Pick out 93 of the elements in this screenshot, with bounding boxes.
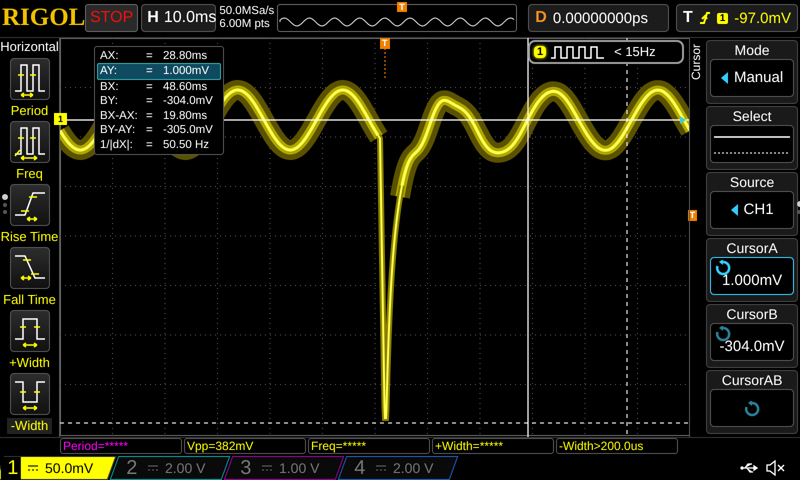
menu-value: CH1 bbox=[744, 201, 774, 218]
measure-label: Freq bbox=[16, 166, 43, 182]
square-wave-icon bbox=[550, 44, 606, 59]
menu-softkey[interactable]: Manual bbox=[710, 58, 794, 97]
timebase-box[interactable]: H 10.0ms bbox=[141, 4, 216, 32]
measure-label: Period bbox=[10, 102, 48, 119]
measure-button[interactable] bbox=[10, 310, 50, 352]
measure-label: Fall Time bbox=[3, 292, 56, 308]
menu-label: Select bbox=[732, 106, 772, 125]
sample-rate: 50.0MSa/s bbox=[219, 5, 274, 18]
dc-coupling-icon bbox=[261, 464, 273, 472]
delay-box[interactable]: D 0.00000000ps bbox=[528, 4, 669, 32]
equals-sign: = bbox=[146, 64, 154, 79]
measure-button[interactable] bbox=[10, 58, 50, 100]
equals-sign: = bbox=[146, 123, 154, 138]
measurement-reading: Period=***** bbox=[60, 438, 182, 454]
rotate-knob-icon bbox=[744, 400, 760, 417]
equals-sign: = bbox=[146, 108, 154, 124]
menu-softkey[interactable]: CH1 bbox=[710, 190, 794, 229]
trigger-level: -97.0mV bbox=[734, 10, 791, 27]
readout-label: BX-AX: bbox=[100, 108, 139, 124]
dc-coupling-icon bbox=[375, 464, 387, 472]
trigger-position-line bbox=[384, 47, 386, 78]
frequency-reading: < 15Hz bbox=[614, 44, 656, 60]
readout-value: 50.50 Hz bbox=[163, 138, 210, 152]
delay-label: D bbox=[535, 9, 547, 28]
channel-tab[interactable]: 2 2.00 V bbox=[110, 456, 230, 480]
cursor-arrow-icon bbox=[679, 114, 688, 125]
trigger-label: T bbox=[682, 9, 693, 28]
trigger-source: 1 bbox=[716, 12, 728, 24]
readout-value: 28.80ms bbox=[163, 48, 208, 64]
timebase-label: H bbox=[147, 9, 159, 28]
readout-label: AX: bbox=[100, 48, 120, 64]
memory-depth: 6.00M pts bbox=[219, 18, 271, 32]
readout-value: 48.60ms bbox=[163, 80, 208, 94]
timebase-value: 10.0ms bbox=[164, 9, 216, 28]
measurement-reading: Vpp=382mV bbox=[184, 438, 306, 454]
readout-value: -305.0mV bbox=[163, 123, 213, 138]
measurement-reading: -Width>200.0us bbox=[556, 438, 678, 454]
left-arrow-icon bbox=[720, 72, 728, 84]
readout-label: 1/|dX|: bbox=[100, 138, 134, 152]
dc-coupling-icon bbox=[27, 464, 39, 472]
measurement-reading: +Width=***** bbox=[432, 438, 554, 454]
channel-badge: 1 bbox=[534, 46, 546, 58]
equals-sign: = bbox=[146, 94, 154, 109]
rising-edge-icon bbox=[698, 10, 711, 26]
menu-softkey[interactable]: 1.000mV bbox=[710, 256, 794, 295]
left-arrow-icon bbox=[730, 204, 738, 216]
menu-value: Manual bbox=[734, 69, 784, 86]
readout-label: AY: bbox=[100, 64, 118, 79]
equals-sign: = bbox=[146, 138, 154, 152]
menu-title: Horizontal bbox=[0, 38, 59, 55]
menu-softkey[interactable] bbox=[710, 124, 794, 163]
measure-button[interactable] bbox=[10, 373, 50, 416]
readout-label: BX: bbox=[100, 80, 120, 94]
menu-label: Source bbox=[730, 172, 774, 191]
dc-coupling-icon bbox=[147, 464, 159, 472]
overview-wave-icon bbox=[278, 17, 516, 28]
menu-label: CursorA bbox=[726, 238, 778, 257]
channel-marker: 1 bbox=[54, 112, 68, 125]
measure-label: +Width bbox=[9, 355, 50, 372]
menu-label: CursorAB bbox=[722, 370, 782, 389]
menu-softkey[interactable]: -304.0mV bbox=[710, 322, 794, 361]
readout-value: 19.80ms bbox=[163, 108, 208, 124]
speaker-muted-icon bbox=[766, 460, 786, 476]
readout-value: -304.0mV bbox=[163, 94, 213, 109]
trigger-position-marker: T bbox=[380, 38, 390, 49]
delay-value: 0.00000000ps bbox=[552, 10, 649, 27]
rotate-knob-icon bbox=[715, 326, 732, 342]
channel-tab[interactable]: 4 2.00 V bbox=[338, 456, 458, 480]
measure-button[interactable] bbox=[10, 247, 50, 290]
equals-sign: = bbox=[146, 48, 154, 64]
measurement-reading: Freq=***** bbox=[308, 438, 430, 454]
readout-label: BY-AY: bbox=[100, 123, 136, 138]
measure-button[interactable] bbox=[10, 184, 50, 226]
channel-tab[interactable]: 3 1.00 V bbox=[224, 456, 344, 480]
brand-logo: RIGOL bbox=[2, 4, 82, 32]
equals-sign: = bbox=[146, 80, 154, 94]
channel-tab[interactable]: 1 50.0mV bbox=[0, 456, 116, 480]
menu-value: -304.0mV bbox=[720, 338, 785, 356]
measure-label: Rise Time bbox=[0, 228, 58, 245]
menu-title: Cursor bbox=[690, 44, 702, 80]
menu-label: Mode bbox=[734, 40, 770, 59]
menu-label: CursorB bbox=[726, 304, 778, 323]
measure-label: -Width bbox=[6, 418, 52, 434]
readout-label: BY: bbox=[100, 94, 119, 109]
usb-icon bbox=[740, 462, 760, 474]
trigger-box[interactable]: T 1 -97.0mV bbox=[676, 4, 798, 32]
trigger-position-marker: T bbox=[397, 2, 407, 12]
rotate-knob-icon bbox=[715, 260, 732, 276]
measure-button[interactable] bbox=[10, 120, 50, 163]
readout-value: 1.000mV bbox=[163, 64, 210, 79]
menu-value: 1.000mV bbox=[722, 272, 782, 290]
